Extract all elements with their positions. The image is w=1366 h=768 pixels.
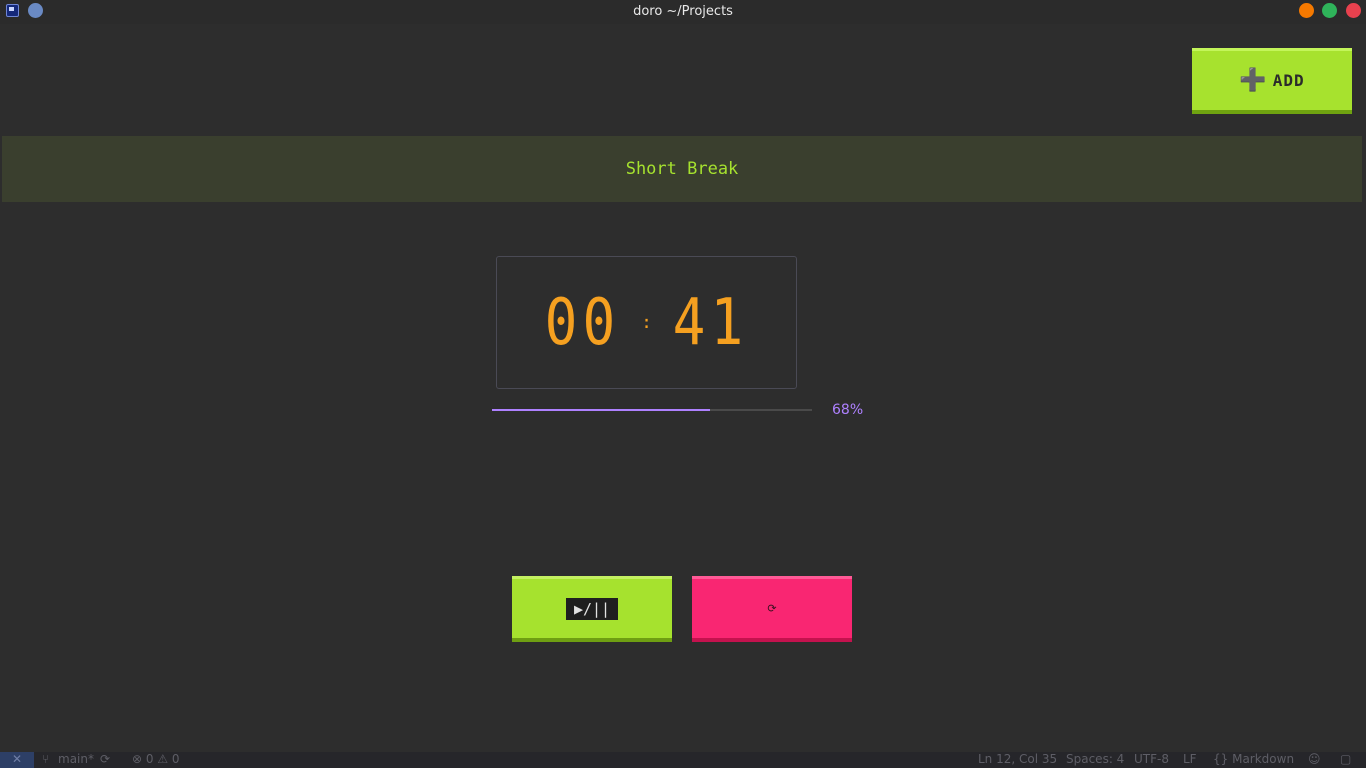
title-bar: doro ~/Projects [0, 0, 1366, 24]
encoding[interactable]: UTF-8 [1134, 752, 1169, 766]
mode-banner: Short Break [2, 136, 1362, 202]
plus-icon: ➕ [1239, 67, 1267, 93]
indentation[interactable]: Spaces: 4 [1066, 752, 1124, 766]
play-pause-label: ▶/|| [565, 597, 619, 620]
window-title: doro ~/Projects [633, 4, 733, 19]
add-button-label: ADD [1272, 71, 1305, 90]
line-ending[interactable]: LF [1183, 752, 1197, 766]
progress-fill [492, 409, 710, 411]
mode-label: Short Break [625, 159, 739, 179]
sync-icon[interactable]: ⟳ [100, 752, 110, 766]
branch-icon: ⑂ [42, 752, 50, 766]
reset-icon: ⟳ [767, 602, 777, 615]
maximize-button[interactable] [1322, 3, 1337, 18]
timer-text: 00 : 41 [538, 291, 755, 355]
branch-label[interactable]: main* [58, 752, 94, 766]
timer-display: 00 : 41 [496, 256, 797, 389]
reset-button[interactable]: ⟳ [692, 576, 852, 642]
timer-separator: : [641, 312, 652, 333]
status-bar: ✕ ⑂ main* ⟳ ⊗ 0 ⚠ 0 Ln 12, Col 35 Spaces… [0, 752, 1366, 768]
progress-bar [492, 409, 812, 411]
cursor-position[interactable]: Ln 12, Col 35 [978, 752, 1057, 766]
progress-percent: 68% [832, 402, 864, 418]
timer-seconds: 41 [672, 285, 749, 360]
notifications-icon[interactable]: ▢ [1340, 752, 1351, 766]
timer-minutes: 00 [544, 285, 621, 360]
problems-indicator[interactable]: ⊗ 0 ⚠ 0 [132, 752, 180, 766]
minimize-button[interactable] [1299, 3, 1314, 18]
feedback-icon[interactable]: ☺ [1308, 752, 1321, 766]
add-button[interactable]: ➕ ADD [1192, 48, 1352, 114]
close-button[interactable] [1346, 3, 1361, 18]
play-pause-button[interactable]: ▶/|| [512, 576, 672, 642]
remote-indicator-icon[interactable]: ✕ [0, 752, 34, 768]
language-mode[interactable]: {} Markdown [1213, 752, 1294, 766]
